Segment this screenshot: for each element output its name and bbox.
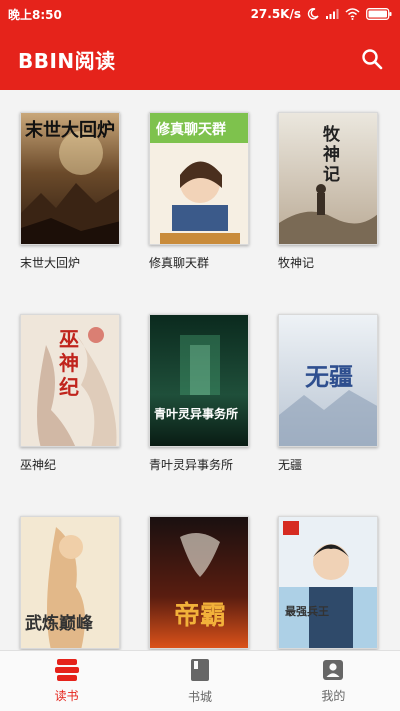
book-item[interactable]: 巫神纪 巫神纪 [20,314,124,473]
tab-reading-label: 读书 [54,688,79,703]
app-bar: BBIN阅读 [0,28,400,90]
moon-icon [307,8,319,20]
status-bar: 晚上8:50 27.5K/s [0,0,400,28]
cover-text: 最强兵王 [285,605,329,618]
network-speed: 27.5K/s [250,7,301,21]
search-icon [362,49,383,70]
cover-text: 末世大回炉 [25,120,115,141]
book-title: 末世大回炉 [20,256,81,270]
book-cover[interactable]: 末世大回炉 [20,112,120,245]
book-title: 牧神记 [278,256,315,270]
status-indicators: 27.5K/s [251,7,392,21]
book-item[interactable]: 修真聊天群 修真聊天群 [149,112,253,271]
tab-bookstore-label: 书城 [187,689,212,704]
signal-icon [325,8,339,20]
cover-text: 牧神记 [323,125,340,185]
cover-text: 修真聊天群 [156,122,226,138]
profile-icon [323,659,344,680]
book-cover[interactable]: 牧神记 [278,112,378,245]
book-item[interactable]: 无疆 无疆 [278,314,382,473]
status-time: 晚上8:50 [8,7,62,22]
tab-profile-label: 我的 [321,688,346,703]
book-cover[interactable]: 修真聊天群 [149,112,249,245]
book-item[interactable]: 武炼巅峰 [20,516,124,650]
book-item[interactable]: 帝霸 [149,516,253,650]
app-title: BBIN阅读 [18,48,116,73]
bottom-nav: 读书 书城 我的 [0,650,400,711]
book-store-icon [190,658,209,681]
wifi-icon [345,8,360,20]
cover-text: 武炼巅峰 [25,614,93,634]
book-cover[interactable]: 青叶灵异事务所 [149,314,249,447]
book-cover[interactable]: 武炼巅峰 [20,516,120,649]
battery-icon [366,8,392,20]
tab-profile[interactable]: 我的 [267,651,400,711]
cover-text: 无疆 [305,363,353,391]
cover-text: 巫神纪 [59,327,79,399]
book-cover[interactable]: 最强兵王 [278,516,378,649]
cover-text: 青叶灵异事务所 [154,407,239,421]
bookshelf-grid: 末世大回炉 末世大回炉 修真聊天群 修真聊天群 牧神记 牧神记 巫神纪 巫神纪 … [0,90,400,650]
book-item[interactable]: 最强兵王 [278,516,382,650]
cover-text: 帝霸 [173,601,226,631]
book-cover[interactable]: 无疆 [278,314,378,447]
book-item[interactable]: 青叶灵异事务所 青叶灵异事务所 [149,314,253,473]
book-item[interactable]: 末世大回炉 末世大回炉 [20,112,124,271]
book-cover[interactable]: 帝霸 [149,516,249,649]
book-title: 修真聊天群 [149,256,210,270]
bookshelf-icon [54,658,79,681]
book-title: 无疆 [278,458,303,472]
book-item[interactable]: 牧神记 牧神记 [278,112,382,271]
book-cover[interactable]: 巫神纪 [20,314,120,447]
search-button[interactable] [358,45,386,73]
book-title: 巫神纪 [20,458,57,472]
book-title: 青叶灵异事务所 [149,458,234,472]
tab-bookstore[interactable]: 书城 [133,651,266,711]
tab-reading[interactable]: 读书 [0,651,133,711]
